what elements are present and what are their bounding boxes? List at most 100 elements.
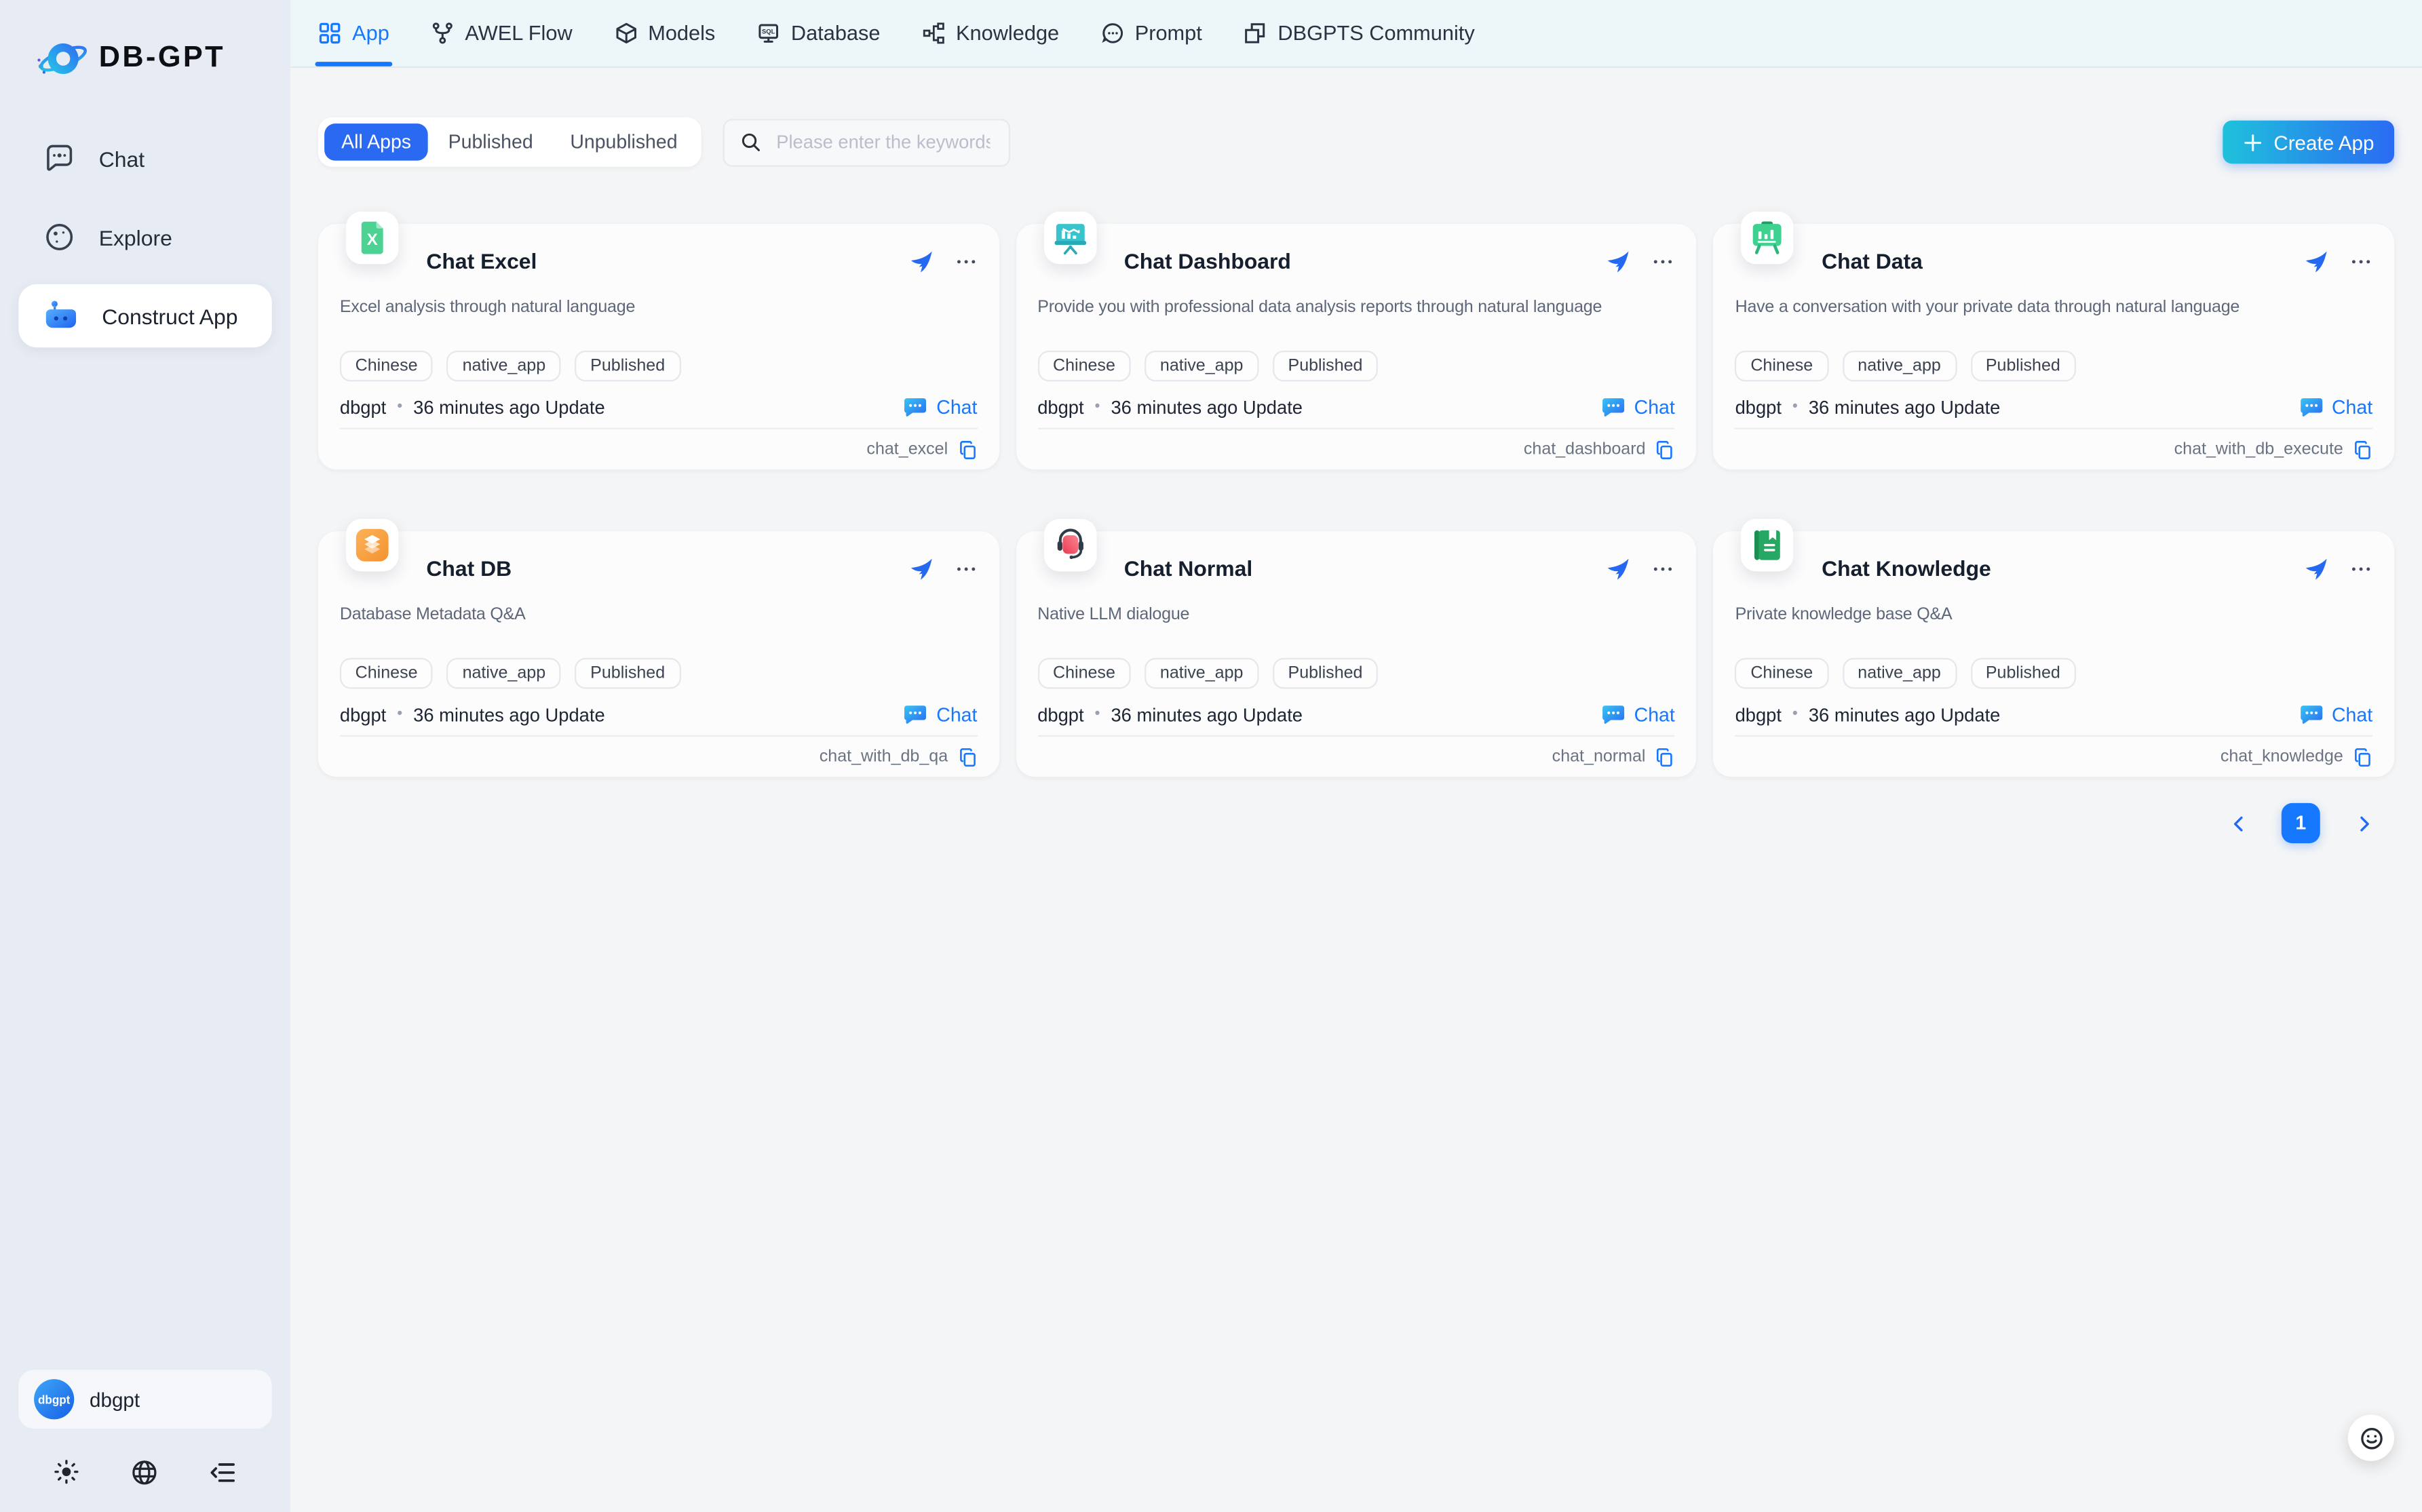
- meta-row: dbgpt • 36 minutes ago Update Chat: [1037, 395, 1675, 419]
- page-next-button[interactable]: [2345, 805, 2382, 842]
- app-updated: 36 minutes ago Update: [1111, 396, 1303, 418]
- tab-awel-flow[interactable]: AWEL Flow: [431, 0, 572, 66]
- more-menu-button[interactable]: [1652, 557, 1675, 580]
- filter-all-apps[interactable]: All Apps: [324, 123, 428, 161]
- copy-icon[interactable]: [957, 440, 978, 460]
- tab-models[interactable]: Models: [614, 0, 715, 66]
- tab-knowledge[interactable]: Knowledge: [922, 0, 1059, 66]
- tag: Chinese: [340, 351, 433, 382]
- more-menu-button[interactable]: [954, 250, 977, 273]
- filter-published[interactable]: Published: [431, 123, 550, 161]
- app-title: Chat Excel: [426, 249, 537, 273]
- chat-link-label: Chat: [2332, 396, 2372, 418]
- tab-dbgpts-community[interactable]: DBGPTS Community: [1244, 0, 1474, 66]
- tab-label: Prompt: [1135, 22, 1202, 45]
- tag: native_app: [1145, 658, 1258, 689]
- chat-link[interactable]: Chat: [904, 395, 977, 419]
- meta-separator: •: [1792, 705, 1798, 722]
- tag: native_app: [447, 351, 561, 382]
- svg-text:SQL: SQL: [762, 28, 775, 35]
- app-updated: 36 minutes ago Update: [1809, 396, 2001, 418]
- app-description: Excel analysis through natural language: [340, 296, 978, 318]
- tab-label: App: [352, 22, 389, 45]
- user-name: dbgpt: [90, 1388, 140, 1411]
- prompt-bubble-icon: [1101, 22, 1124, 45]
- smiley-icon: [2358, 1424, 2385, 1451]
- planet-logo-icon: [34, 31, 90, 87]
- dingtalk-icon[interactable]: [2305, 557, 2328, 580]
- page-prev-button[interactable]: [2220, 805, 2257, 842]
- app-title: Chat Dashboard: [1124, 249, 1291, 273]
- more-menu-button[interactable]: [2349, 557, 2372, 580]
- dingtalk-icon[interactable]: [909, 557, 932, 580]
- app-description: Have a conversation with your private da…: [1735, 296, 2373, 318]
- explore-icon: [43, 221, 76, 254]
- app-card[interactable]: X Chat Excel Excel analysis through natu…: [318, 224, 999, 469]
- chat-link[interactable]: Chat: [904, 703, 977, 726]
- theme-sun-icon[interactable]: [52, 1458, 80, 1486]
- tag: Chinese: [340, 658, 433, 689]
- tag-row: Chinese native_app Published: [1735, 658, 2373, 689]
- tab-database[interactable]: SQL Database: [757, 0, 881, 66]
- copy-icon[interactable]: [2353, 440, 2373, 460]
- card-footer: chat_with_db_execute: [1735, 429, 2373, 469]
- copy-icon[interactable]: [1655, 440, 1675, 460]
- app-icon-box: [1043, 519, 1096, 571]
- dingtalk-icon[interactable]: [1607, 250, 1630, 273]
- meta-row: dbgpt • 36 minutes ago Update Chat: [340, 395, 978, 419]
- app-scene-name: chat_with_db_execute: [2174, 440, 2343, 459]
- app-description: Provide you with professional data analy…: [1037, 296, 1675, 318]
- db-gpt-app: DB-GPT Chat: [0, 0, 2422, 1512]
- app-owner: dbgpt: [340, 396, 386, 418]
- meta-row: dbgpt • 36 minutes ago Update Chat: [1735, 703, 2373, 726]
- brand-logo[interactable]: DB-GPT: [34, 31, 272, 87]
- card-footer: chat_with_db_qa: [340, 737, 978, 777]
- feedback-smiley-button[interactable]: [2348, 1415, 2394, 1461]
- more-menu-button[interactable]: [1652, 250, 1675, 273]
- filter-unpublished[interactable]: Unpublished: [553, 123, 694, 161]
- dingtalk-icon[interactable]: [1607, 557, 1630, 580]
- app-title: Chat DB: [426, 556, 512, 581]
- copy-icon[interactable]: [2353, 747, 2373, 767]
- more-menu-button[interactable]: [2349, 250, 2372, 273]
- create-app-button[interactable]: Create App: [2223, 121, 2394, 164]
- chat-link[interactable]: Chat: [2299, 703, 2372, 726]
- chat-link[interactable]: Chat: [1602, 395, 1675, 419]
- app-card[interactable]: Chat Dashboard Provide you with professi…: [1016, 224, 1696, 469]
- search-input[interactable]: [773, 130, 993, 154]
- sidebar-item-construct-app[interactable]: Construct App: [18, 284, 271, 347]
- user-account[interactable]: dbgpt dbgpt: [18, 1370, 271, 1429]
- community-blocks-icon: [1244, 22, 1267, 45]
- sidebar-item-explore[interactable]: Explore: [18, 206, 271, 269]
- dingtalk-icon[interactable]: [2305, 250, 2328, 273]
- chat-link[interactable]: Chat: [1602, 703, 1675, 726]
- chat-link-label: Chat: [2332, 703, 2372, 725]
- sidebar-item-chat[interactable]: Chat: [18, 127, 271, 190]
- search-icon: [739, 132, 761, 153]
- collapse-sidebar-icon[interactable]: [208, 1457, 237, 1486]
- tab-app[interactable]: App: [318, 0, 389, 66]
- dingtalk-icon[interactable]: [909, 250, 932, 273]
- app-scene-name: chat_normal: [1552, 748, 1646, 766]
- app-card[interactable]: Chat Normal Native LLM dialogue Chinese …: [1016, 531, 1696, 777]
- tag-row: Chinese native_app Published: [340, 658, 978, 689]
- copy-icon[interactable]: [1655, 747, 1675, 767]
- chat-bubble-icon: [904, 395, 927, 419]
- app-card[interactable]: Chat Data Have a conversation with your …: [1714, 224, 2394, 469]
- tab-label: Models: [648, 22, 715, 45]
- app-icon-box: X: [346, 212, 398, 264]
- meta-row: dbgpt • 36 minutes ago Update Chat: [1037, 703, 1675, 726]
- tab-prompt[interactable]: Prompt: [1101, 0, 1202, 66]
- app-card[interactable]: Chat DB Database Metadata Q&A Chinese na…: [318, 531, 999, 777]
- tab-label: Database: [791, 22, 881, 45]
- app-card[interactable]: Chat Knowledge Private knowledge base Q&…: [1714, 531, 2394, 777]
- meta-row: dbgpt • 36 minutes ago Update Chat: [340, 703, 978, 726]
- chat-bubble-icon: [2299, 395, 2322, 419]
- chat-bubble-outline-icon: [43, 142, 76, 174]
- chat-link[interactable]: Chat: [2299, 395, 2372, 419]
- page-number-current[interactable]: 1: [2282, 803, 2320, 843]
- more-menu-button[interactable]: [954, 557, 977, 580]
- app-updated: 36 minutes ago Update: [1809, 703, 2001, 725]
- copy-icon[interactable]: [957, 747, 978, 767]
- language-globe-icon[interactable]: [130, 1457, 159, 1486]
